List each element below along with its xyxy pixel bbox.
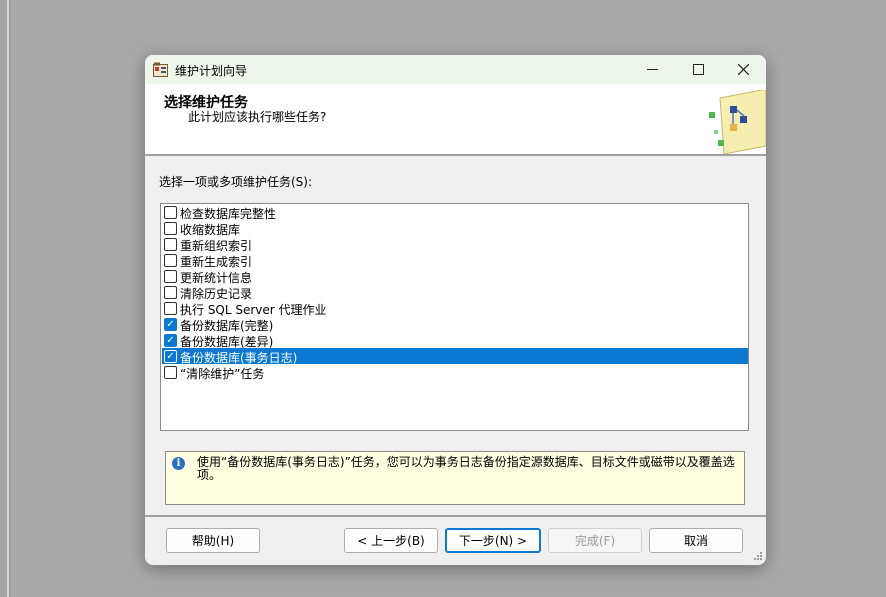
footer-separator [145,515,766,517]
task-description-text: 使用“备份数据库(事务日志)”任务，您可以为事务日志备份指定源数据库、目标文件或… [197,455,735,482]
maximize-icon [692,64,704,75]
minimize-button[interactable] [629,55,675,84]
task-list-label: 选择一项或多项维护任务(S): [159,175,313,189]
checkbox[interactable] [164,270,177,283]
cancel-button[interactable]: 取消 [649,528,743,553]
title-bar[interactable]: 维护计划向导 [145,55,766,84]
checkbox[interactable]: ✓ [164,318,177,331]
checkbox[interactable] [164,366,177,379]
info-icon: i [172,457,185,470]
wizard-header-graphic [709,90,766,154]
checkbox[interactable] [164,238,177,251]
maintenance-plan-wizard-dialog: 维护计划向导 选择维护任务 此计划应该执行哪些任务? 选择一项或多项维护任务(S… [145,55,766,565]
back-button[interactable]: < 上一步(B) [344,528,438,553]
task-description-panel: i 使用“备份数据库(事务日志)”任务，您可以为事务日志备份指定源数据库、目标文… [165,451,745,505]
resize-grip-icon[interactable] [753,551,763,561]
task-item-agent-job[interactable]: 执行 SQL Server 代理作业 [162,300,748,317]
maintenance-task-list[interactable]: 检查数据库完整性 收缩数据库 重新组织索引 重新生成索引 更新统计信息 清除历史… [160,203,749,431]
maximize-button[interactable] [675,55,721,84]
finish-button[interactable]: 完成(F) [548,528,642,553]
task-item-update-statistics[interactable]: 更新统计信息 [162,268,748,285]
task-item-shrink-database[interactable]: 收缩数据库 [162,220,748,237]
help-button[interactable]: 帮助(H) [166,528,260,553]
close-icon [737,64,749,75]
task-item-reorganize-index[interactable]: 重新组织索引 [162,236,748,253]
checkbox[interactable] [164,222,177,235]
task-item-backup-full[interactable]: ✓ 备份数据库(完整) [162,316,748,333]
background-divider-shadow [9,0,10,597]
checkbox[interactable] [164,302,177,315]
checkbox[interactable] [164,254,177,267]
window-title: 维护计划向导 [175,64,248,78]
task-item-maintenance-cleanup[interactable]: “清除维护”任务 [162,364,748,381]
task-item-label: “清除维护”任务 [180,367,265,381]
task-item-backup-differential[interactable]: ✓ 备份数据库(差异) [162,332,748,349]
task-item-rebuild-index[interactable]: 重新生成索引 [162,252,748,269]
checkbox[interactable] [164,286,177,299]
task-item-history-cleanup[interactable]: 清除历史记录 [162,284,748,301]
task-item-check-integrity[interactable]: 检查数据库完整性 [162,204,748,221]
minimize-icon [646,69,658,70]
header-separator [145,154,766,156]
checkbox[interactable] [164,206,177,219]
wizard-header: 选择维护任务 此计划应该执行哪些任务? [145,84,766,154]
close-button[interactable] [720,55,766,84]
checkbox[interactable]: ✓ [164,350,177,363]
background-panel-left [0,0,7,597]
page-subtitle: 此计划应该执行哪些任务? [188,110,327,124]
next-button[interactable]: 下一步(N) > [445,528,541,553]
task-item-backup-log[interactable]: ✓ 备份数据库(事务日志) [162,348,748,365]
wizard-app-icon [153,62,168,77]
checkbox[interactable]: ✓ [164,334,177,347]
